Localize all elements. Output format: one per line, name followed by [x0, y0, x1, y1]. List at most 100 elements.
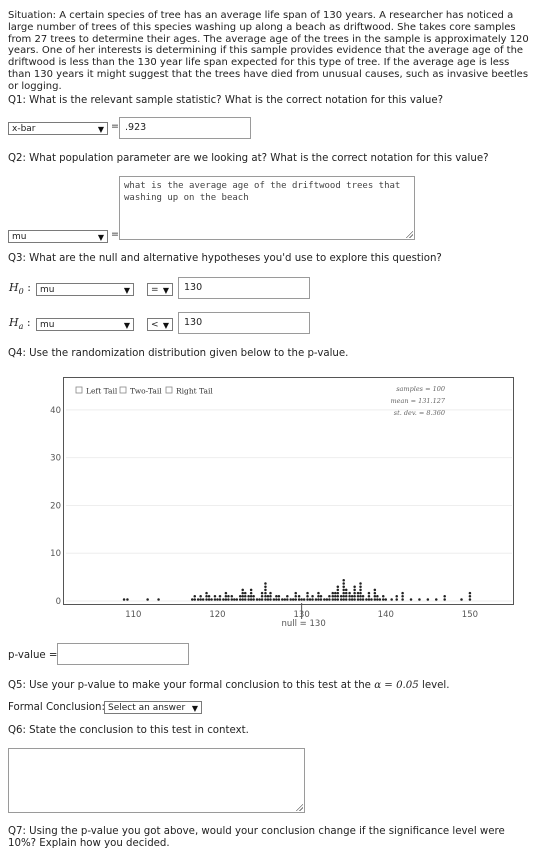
- data-point: [247, 598, 250, 601]
- pvalue-input[interactable]: [57, 643, 189, 665]
- data-point: [353, 585, 356, 588]
- data-point: [277, 598, 281, 601]
- data-point: [367, 591, 371, 595]
- x-tick-label: 150: [462, 610, 478, 620]
- pvalue-label: p-value =: [8, 650, 58, 661]
- data-point: [367, 598, 371, 601]
- x-tick-label: 140: [378, 610, 394, 620]
- data-point: [264, 595, 267, 598]
- data-point: [224, 591, 228, 595]
- data-point: [157, 598, 160, 601]
- data-point: [230, 598, 234, 601]
- data-point: [353, 588, 356, 592]
- formal-conclusion-label: Formal Conclusion:: [8, 702, 105, 713]
- x-tick-label: 120: [209, 610, 225, 620]
- data-point: [339, 598, 343, 601]
- data-point: [314, 598, 318, 601]
- data-point: [264, 591, 267, 595]
- data-point: [342, 582, 345, 585]
- data-point: [272, 598, 276, 601]
- data-point: [317, 598, 320, 601]
- data-point: [401, 591, 404, 595]
- data-point: [353, 598, 356, 601]
- data-point: [249, 588, 253, 592]
- data-point: [373, 588, 377, 592]
- data-point: [353, 591, 356, 595]
- data-point: [266, 595, 270, 598]
- data-point: [359, 585, 362, 588]
- data-point: [207, 598, 211, 601]
- data-point: [401, 598, 404, 601]
- data-point: [348, 595, 351, 598]
- data-point: [468, 595, 472, 598]
- data-point: [249, 598, 253, 601]
- data-point: [311, 595, 314, 598]
- summary-stat: mean = 131.127: [390, 397, 445, 405]
- data-point: [342, 579, 345, 582]
- randomization-chart: 010203040110 120 130 140 150null = 130Left T…: [50, 385, 512, 629]
- data-point: [331, 598, 335, 601]
- data-point: [122, 598, 126, 601]
- y-tick-label: 0: [56, 597, 61, 607]
- data-point: [328, 595, 331, 598]
- data-point: [348, 591, 351, 595]
- data-point: [199, 598, 202, 601]
- tail-checkbox-label: Left Tail: [86, 387, 118, 396]
- data-point: [306, 595, 309, 598]
- data-point: [342, 588, 345, 592]
- data-point: [238, 595, 242, 598]
- data-point: [196, 598, 200, 601]
- data-point: [373, 598, 377, 601]
- data-point: [418, 598, 421, 601]
- data-point: [269, 598, 272, 601]
- alpha-expression: α = 0.05: [374, 680, 419, 691]
- data-point: [264, 582, 267, 585]
- data-point: [243, 598, 247, 601]
- data-point: [342, 595, 345, 598]
- data-point: [190, 598, 194, 601]
- data-point: [443, 598, 446, 601]
- data-point: [294, 591, 297, 595]
- data-point: [222, 598, 225, 601]
- resize-grip-icon[interactable]: [295, 803, 303, 811]
- data-point: [291, 598, 295, 601]
- data-point: [146, 598, 149, 601]
- data-point: [302, 598, 306, 601]
- data-point: [344, 595, 348, 598]
- data-point: [460, 598, 463, 601]
- data-point: [306, 591, 309, 595]
- data-point: [238, 598, 242, 601]
- data-point: [353, 595, 356, 598]
- data-point: [426, 598, 430, 601]
- data-point: [336, 595, 340, 598]
- q6-answer-textarea[interactable]: [8, 748, 305, 813]
- data-point: [342, 585, 345, 588]
- data-point: [361, 598, 365, 601]
- summary-stat: st. dev. = 8.360: [394, 409, 445, 417]
- data-point: [331, 591, 335, 595]
- data-point: [216, 598, 219, 601]
- data-point: [342, 598, 345, 601]
- data-point: [275, 595, 278, 598]
- data-point: [260, 598, 264, 601]
- data-point: [376, 595, 379, 598]
- data-point: [365, 598, 368, 601]
- data-point: [205, 595, 208, 598]
- data-point: [224, 595, 228, 598]
- data-point: [199, 595, 202, 598]
- q5-text-pre: Q5: Use your p-value to make your formal…: [8, 680, 375, 691]
- data-point: [348, 598, 351, 601]
- data-point: [361, 595, 365, 598]
- data-point: [350, 598, 354, 601]
- formal-conclusion-select[interactable]: Select an answer ▼: [104, 701, 202, 714]
- data-point: [297, 595, 301, 598]
- data-point: [443, 595, 446, 598]
- data-point: [350, 595, 354, 598]
- data-point: [264, 598, 267, 601]
- data-point: [336, 591, 340, 595]
- data-point: [308, 598, 312, 601]
- data-point: [381, 595, 385, 598]
- tail-checkbox: [75, 386, 83, 394]
- data-point: [193, 595, 197, 598]
- data-point: [224, 598, 228, 601]
